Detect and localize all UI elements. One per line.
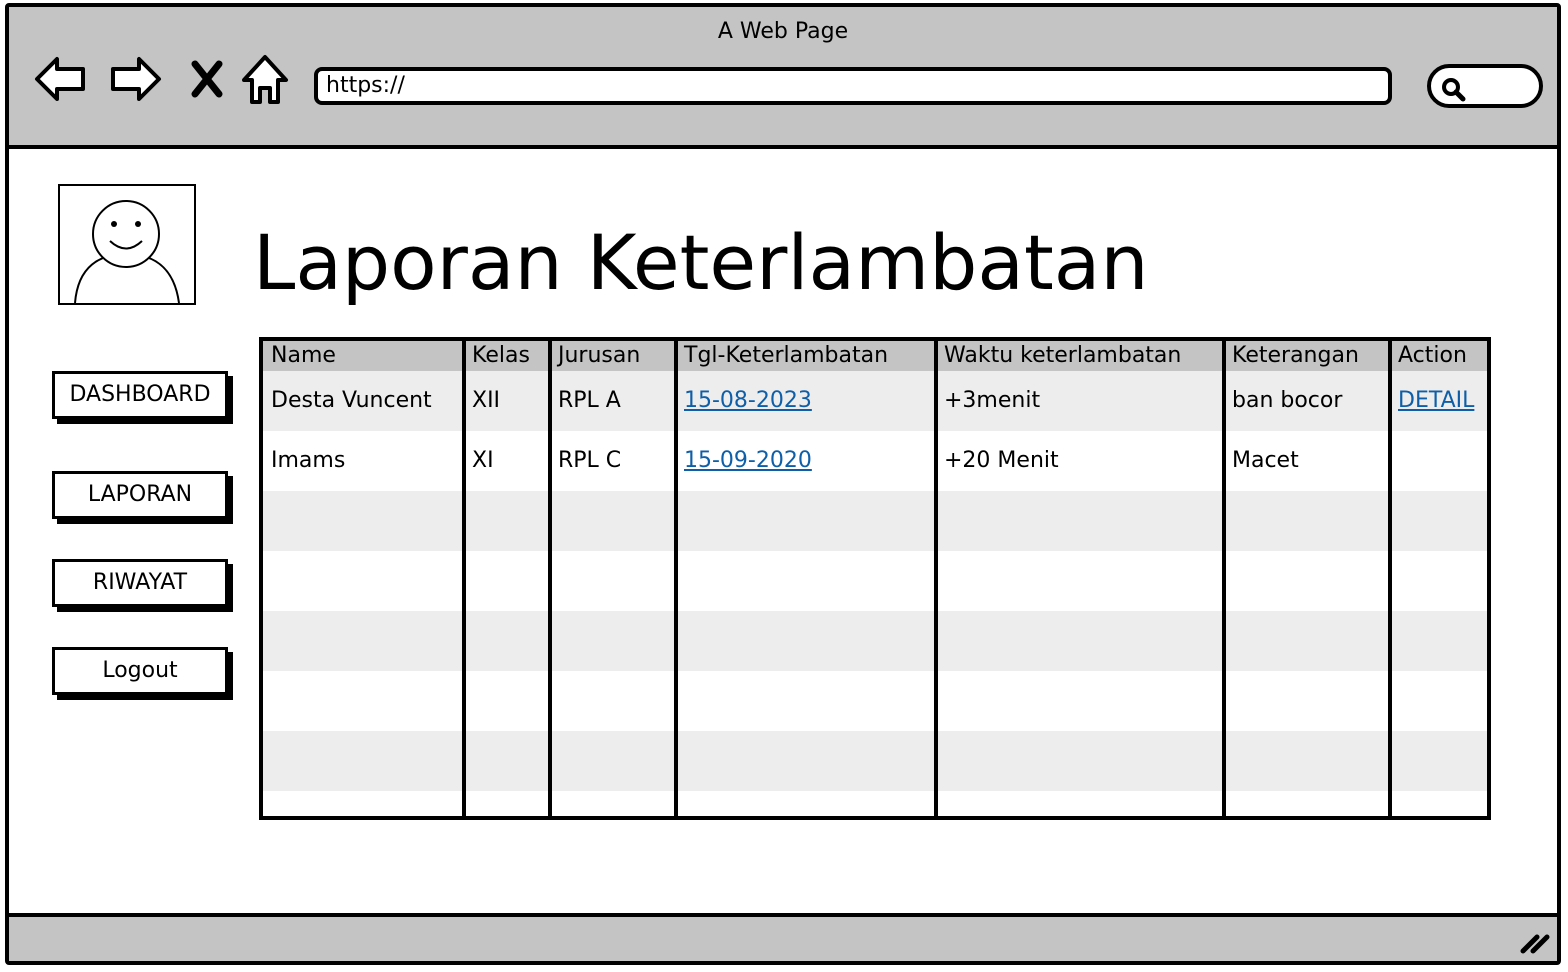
column-header-jurusan[interactable]: Jurusan	[550, 341, 676, 371]
cell-jurusan: RPL A	[550, 371, 676, 431]
cell-kelas: XII	[464, 371, 550, 431]
table-row[interactable]: Imams XI RPL C 15-09-2020 +20 Menit Mace…	[263, 431, 1487, 491]
resize-grip-icon[interactable]	[1517, 927, 1551, 955]
table-row-empty	[263, 491, 1487, 551]
column-divider	[1222, 341, 1226, 816]
column-divider	[462, 341, 466, 816]
column-divider	[674, 341, 678, 816]
cell-keterangan: ban bocor	[1224, 371, 1390, 431]
cell-kelas: XI	[472, 448, 494, 473]
column-header-tanggal[interactable]: Tgl-Keterlambatan	[676, 341, 936, 371]
cell-waktu: +20 Menit	[944, 448, 1059, 473]
column-header-waktu[interactable]: Waktu keterlambatan	[936, 341, 1224, 371]
column-divider	[934, 341, 938, 816]
dashboard-button[interactable]: DASHBOARD	[52, 371, 228, 419]
address-bar[interactable]: https://	[314, 67, 1392, 105]
cell-action: DETAIL	[1390, 371, 1487, 431]
column-divider	[548, 341, 552, 816]
search-icon	[1442, 78, 1466, 102]
forward-arrow-icon[interactable]	[105, 51, 165, 107]
date-link[interactable]: 15-08-2023	[684, 388, 812, 413]
close-icon[interactable]	[185, 51, 229, 107]
logout-button[interactable]: Logout	[52, 647, 228, 695]
detail-link[interactable]: DETAIL	[1398, 388, 1474, 413]
table-row[interactable]: Desta Vuncent XII RPL A 15-08-2023 +3men…	[263, 371, 1487, 431]
report-table: Name Kelas Jurusan Tgl-Keterlambatan Wak…	[259, 337, 1491, 820]
cell-action	[1390, 431, 1487, 491]
date-link[interactable]: 15-09-2020	[684, 448, 812, 473]
table-row-empty	[263, 611, 1487, 671]
cell-keterangan: Macet	[1232, 448, 1299, 473]
table-header-row: Name Kelas Jurusan Tgl-Keterlambatan Wak…	[263, 341, 1487, 371]
back-arrow-icon[interactable]	[31, 51, 91, 107]
laporan-button[interactable]: LAPORAN	[52, 471, 228, 519]
cell-tanggal: 15-08-2023	[676, 371, 936, 431]
browser-window: A Web Page https:// Laporan Keterlambata…	[5, 3, 1561, 965]
cell-name: Imams	[271, 448, 346, 473]
table-row-empty	[263, 551, 1487, 611]
column-header-action[interactable]: Action	[1390, 341, 1487, 371]
status-bar	[9, 913, 1557, 961]
cell-waktu: +3menit	[936, 371, 1224, 431]
home-icon[interactable]	[237, 51, 293, 107]
column-header-name[interactable]: Name	[263, 341, 464, 371]
cell-name: Desta Vuncent	[263, 371, 464, 431]
user-avatar-icon	[58, 184, 196, 305]
column-divider	[1388, 341, 1392, 816]
table-row-empty	[263, 671, 1487, 731]
cell-tanggal: 15-09-2020	[676, 431, 936, 491]
page-title: Laporan Keterlambatan	[253, 218, 1149, 307]
riwayat-button[interactable]: RIWAYAT	[52, 559, 228, 607]
browser-chrome: A Web Page https://	[9, 7, 1557, 149]
search-input[interactable]	[1427, 64, 1543, 108]
column-header-kelas[interactable]: Kelas	[464, 341, 550, 371]
column-header-keterangan[interactable]: Keterangan	[1224, 341, 1390, 371]
table-row-empty	[263, 731, 1487, 791]
window-title: A Web Page	[717, 19, 849, 44]
cell-jurusan: RPL C	[558, 448, 622, 473]
